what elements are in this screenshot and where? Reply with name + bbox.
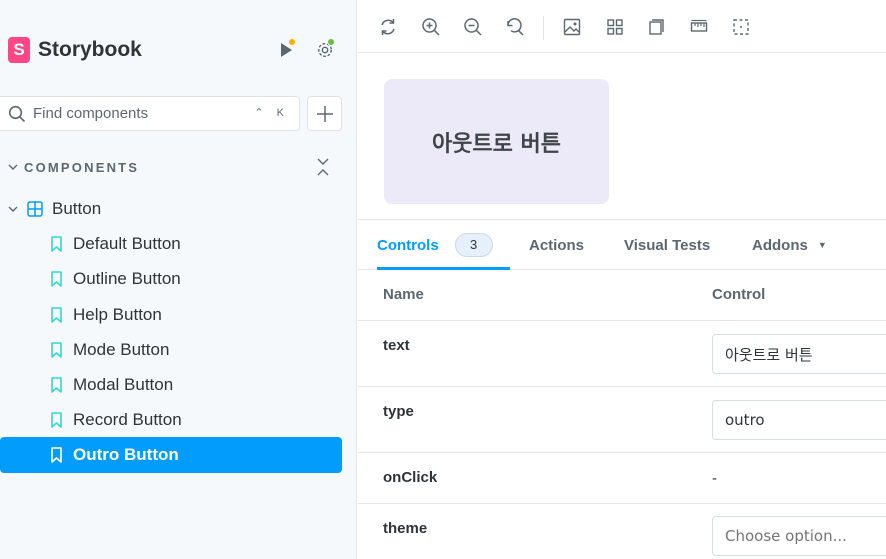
chevron-down-icon [8,164,18,170]
brand[interactable]: S Storybook [8,36,142,64]
zoom-reset-icon [507,18,524,36]
bookmark-icon [51,447,63,463]
sidebar-story-item[interactable]: Mode Button [0,332,342,368]
tree-group-button[interactable]: Button [0,191,342,227]
arg-name: theme [383,520,428,537]
search-shortcut: ⌃ K [254,107,289,119]
table-row: theme [358,504,886,559]
components-section-header[interactable]: COMPONENTS [8,157,338,177]
onclick-control-value: - [712,470,717,487]
controls-count-badge: 3 [454,233,493,257]
background-button[interactable] [561,16,583,38]
table-row: text [358,321,886,387]
tab-label: Actions [529,236,585,254]
measure-button[interactable] [688,16,710,38]
storybook-app: S Storybook ⌃ K COMPONENTS [0,0,886,559]
tab-visual-tests[interactable]: Visual Tests [624,220,710,270]
plus-icon [316,105,333,122]
sidebar-story-item[interactable]: Outro Button [0,437,342,473]
outline-icon [733,19,749,35]
status-dot-success [327,38,335,46]
brand-name: Storybook [38,38,142,61]
column-header-control: Control [712,286,766,303]
tab-label: Controls [377,236,439,254]
component-icon [27,201,43,217]
tab-controls[interactable]: Controls 3 [377,220,510,270]
story-label: Mode Button [73,340,170,359]
storybook-logo-icon: S [8,37,30,63]
story-label: Record Button [73,410,182,429]
type-control-input[interactable] [712,400,886,440]
sidebar-story-item[interactable]: Record Button [0,402,342,438]
column-header-name: Name [383,286,424,303]
ruler-icon [690,19,708,32]
search-icon [8,105,26,123]
zoom-reset-button[interactable] [504,16,526,38]
table-header: Name Control [358,270,886,321]
tab-label: Visual Tests [624,236,711,254]
bookmark-icon [51,412,63,428]
story-label: Outline Button [73,269,181,288]
tree-group-label: Button [52,199,102,218]
theme-select[interactable] [712,516,886,556]
text-control-input[interactable] [712,334,886,374]
table-row: onClick - [358,453,886,504]
zoom-in-icon [422,18,440,36]
arg-name: text [383,337,410,354]
story-label: Help Button [73,305,162,324]
chevron-down-icon [8,206,18,212]
tab-actions[interactable]: Actions [529,220,584,270]
grid-button[interactable] [604,16,626,38]
viewport-button[interactable] [645,16,667,38]
bookmark-icon [51,307,63,323]
canvas-toolbar [358,0,886,53]
collapse-all-icon[interactable] [316,157,330,182]
sidebar-story-item[interactable]: Help Button [0,297,342,333]
toolbar-separator [543,16,544,40]
table-row: type [358,387,886,453]
zoom-out-icon [464,18,482,36]
grid-icon [607,19,623,35]
arg-name: onClick [383,469,438,486]
bookmark-icon [51,236,63,252]
bookmark-icon [51,342,63,358]
search-box[interactable]: ⌃ K [0,96,300,131]
viewport-icon [649,19,664,35]
caret-down-icon: ▼ [817,240,827,250]
preview-outro-button[interactable]: 아웃트로 버튼 [384,79,609,204]
status-dot-warning [288,38,296,46]
section-title: COMPONENTS [24,159,140,175]
tab-addons[interactable]: Addons ▼ [752,220,827,270]
sidebar-story-item[interactable]: Modal Button [0,367,342,403]
story-label: Outro Button [73,445,179,464]
settings-button[interactable] [314,38,336,61]
reload-icon [381,19,395,35]
sidebar: S Storybook ⌃ K COMPONENTS [0,0,357,559]
run-tests-button[interactable] [275,38,297,61]
bookmark-icon [51,377,63,393]
background-icon [563,18,581,36]
reload-button[interactable] [377,16,399,38]
zoom-out-button[interactable] [462,16,484,38]
controls-table: Name Control text type onClick - theme [358,270,886,559]
sidebar-story-item[interactable]: Outline Button [0,261,342,297]
story-label: Default Button [73,234,181,253]
outline-button[interactable] [730,16,752,38]
bookmark-icon [51,271,63,287]
story-canvas: 아웃트로 버튼 [358,53,886,220]
zoom-in-button[interactable] [420,16,442,38]
sidebar-story-item[interactable]: Default Button [0,226,342,262]
story-label: Modal Button [73,375,174,394]
add-component-button[interactable] [307,96,342,131]
addon-panel-tabs: Controls 3 Actions Visual Tests Addons ▼ [358,220,886,270]
tab-label: Addons [752,236,808,254]
search-input[interactable] [33,105,243,122]
arg-name: type [383,403,414,420]
